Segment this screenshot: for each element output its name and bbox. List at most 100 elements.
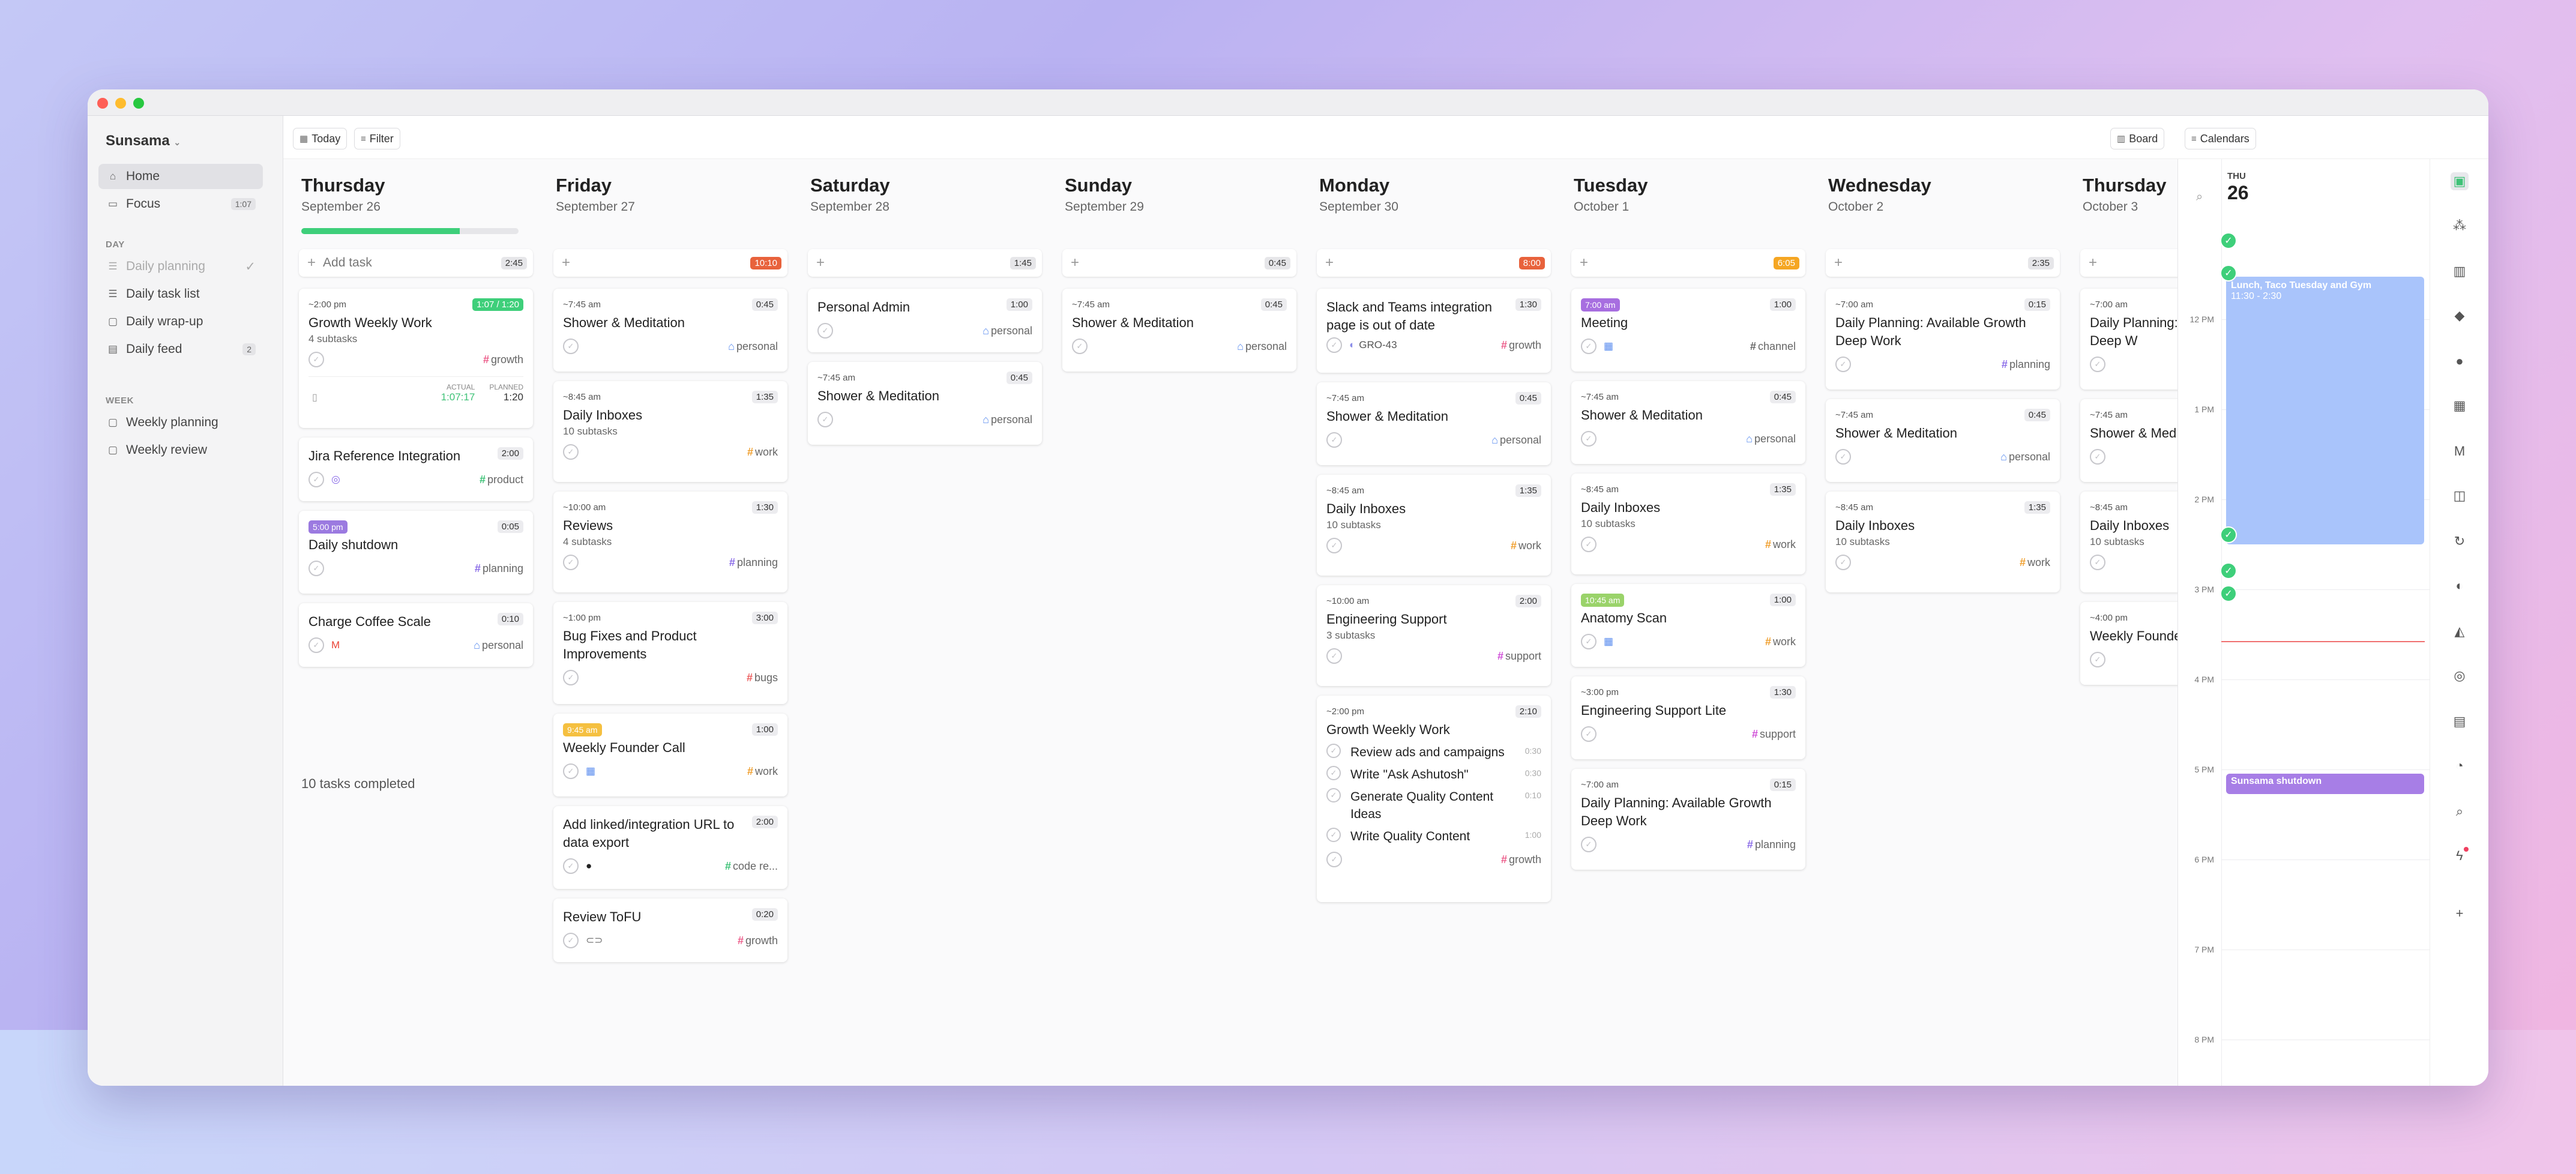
minimize-window-button[interactable] bbox=[115, 98, 126, 109]
task-channel[interactable]: # work bbox=[747, 446, 778, 459]
calendar-event[interactable]: Lunch, Taco Tuesday and Gym 11:30 - 2:30 bbox=[2226, 277, 2424, 544]
jira-icon[interactable]: ◆ bbox=[2451, 307, 2469, 325]
task-channel[interactable]: # growth bbox=[1501, 853, 1541, 866]
complete-checkbox[interactable]: ✓ bbox=[563, 555, 579, 570]
completed-tasks-link[interactable]: 10 tasks completed bbox=[301, 776, 415, 792]
complete-checkbox[interactable]: ✓ bbox=[817, 323, 833, 339]
subtask-checkbox[interactable]: ✓ bbox=[1326, 766, 1341, 780]
complete-checkbox[interactable]: ✓ bbox=[563, 763, 579, 779]
complete-checkbox[interactable]: ✓ bbox=[563, 858, 579, 874]
complete-checkbox[interactable]: ✓ bbox=[1326, 337, 1342, 353]
task-card[interactable]: ~7:45 am 0:45 Shower & Meditation ✓ ⌂ perso… bbox=[1317, 382, 1551, 465]
filter-button[interactable]: ≡ Filter bbox=[354, 128, 400, 149]
complete-checkbox[interactable]: ✓ bbox=[1326, 432, 1342, 448]
task-card[interactable]: ~3:00 pm 1:30 Engineering Support Lite ✓ #… bbox=[1571, 676, 1805, 759]
task-channel[interactable]: ⌂ personal bbox=[1491, 434, 1541, 447]
subtask-checkbox[interactable]: ✓ bbox=[1326, 788, 1341, 802]
issue-reference[interactable]: GRO-43 bbox=[1359, 339, 1397, 351]
task-channel[interactable]: ⌂ personal bbox=[474, 639, 523, 652]
add-task-button[interactable]: +8:00 bbox=[1317, 249, 1551, 277]
board-button[interactable]: ▥ Board bbox=[2110, 128, 2165, 149]
sidebar-item-weekly-planning[interactable]: ▢ Weekly planning bbox=[98, 410, 263, 435]
task-card[interactable]: ~7:45 am 0:45 Shower & Meditation ✓ ⌂ perso… bbox=[1062, 289, 1296, 372]
complete-checkbox[interactable]: ✓ bbox=[2090, 449, 2105, 465]
task-card[interactable]: 5:00 pm 0:05 Daily shutdown ✓ # planning bbox=[299, 511, 533, 594]
completed-task-marker[interactable]: ✓ bbox=[2220, 265, 2237, 281]
complete-checkbox[interactable]: ✓ bbox=[1581, 726, 1596, 742]
task-card[interactable]: ~7:00 am Daily Planning: Available Growt… bbox=[2080, 289, 2177, 390]
task-channel[interactable]: # growth bbox=[483, 354, 523, 366]
task-card[interactable]: ~2:00 pm 2:10 Growth Weekly Work ✓ Review … bbox=[1317, 696, 1551, 902]
task-card[interactable]: ~4:00 pm Weekly Founde ✓ bbox=[2080, 602, 2177, 685]
task-card[interactable]: Review ToFU 0:20 ✓ ⊂⊃ # growth bbox=[553, 899, 787, 962]
outlook-icon[interactable]: ◫ bbox=[2451, 487, 2469, 505]
task-channel[interactable]: # planning bbox=[475, 562, 523, 575]
complete-checkbox[interactable]: ✓ bbox=[1326, 648, 1342, 664]
calendar-event[interactable]: Sunsama shutdown bbox=[2226, 774, 2424, 794]
complete-checkbox[interactable]: ✓ bbox=[1835, 357, 1851, 372]
task-channel[interactable]: ⌂ personal bbox=[983, 414, 1032, 426]
task-channel[interactable]: # channel bbox=[1750, 340, 1796, 353]
complete-checkbox[interactable]: ✓ bbox=[1581, 634, 1596, 649]
task-card[interactable]: Personal Admin 1:00 ✓ ⌂ personal bbox=[808, 289, 1042, 352]
task-channel[interactable]: ⌂ personal bbox=[983, 325, 1032, 337]
task-channel[interactable]: # planning bbox=[729, 556, 778, 569]
complete-checkbox[interactable]: ✓ bbox=[1072, 339, 1088, 354]
task-channel[interactable]: ⌂ personal bbox=[1237, 340, 1287, 353]
complete-checkbox[interactable]: ✓ bbox=[308, 472, 324, 487]
task-card[interactable]: ~7:00 am 0:15 Daily Planning: Available G… bbox=[1826, 289, 2060, 390]
complete-checkbox[interactable]: ✓ bbox=[1581, 431, 1596, 447]
completed-task-marker[interactable]: ✓ bbox=[2220, 232, 2237, 249]
task-card[interactable]: ~7:45 am Shower & Med ✓ bbox=[2080, 399, 2177, 482]
sidebar-item-daily-task-list[interactable]: ☰ Daily task list bbox=[98, 281, 263, 307]
task-card[interactable]: ~7:45 am 0:45 Shower & Meditation ✓ ⌂ perso… bbox=[1826, 399, 2060, 482]
calendars-button[interactable]: ≡ Calendars bbox=[2185, 128, 2256, 149]
complete-checkbox[interactable]: ✓ bbox=[817, 412, 833, 427]
task-card[interactable]: ~10:00 am 1:30 Reviews 4 subtasks ✓ # plann… bbox=[553, 492, 787, 592]
complete-checkbox[interactable]: ✓ bbox=[2090, 357, 2105, 372]
task-card[interactable]: Jira Reference Integration 2:00 ✓ ◎ # produc… bbox=[299, 438, 533, 501]
task-card[interactable]: ~2:00 pm 1:07 / 1:20 Growth Weekly Work 4… bbox=[299, 289, 533, 428]
task-card[interactable]: ~8:45 am 1:35 Daily Inboxes 10 subtasks ✓… bbox=[1317, 475, 1551, 576]
sidebar-item-home[interactable]: ⌂ Home bbox=[98, 164, 263, 189]
workspace-menu[interactable]: Sunsama ⌄ bbox=[106, 133, 181, 149]
task-card[interactable]: ~7:45 am 0:45 Shower & Meditation ✓ ⌂ perso… bbox=[1571, 381, 1805, 464]
subtask-item[interactable]: ✓ Write Quality Content 1:00 bbox=[1326, 828, 1541, 845]
task-card[interactable]: ~7:00 am 0:15 Daily Planning: Available G… bbox=[1571, 769, 1805, 870]
complete-checkbox[interactable]: ✓ bbox=[1581, 537, 1596, 552]
completed-task-marker[interactable]: ✓ bbox=[2220, 562, 2237, 579]
complete-checkbox[interactable]: ✓ bbox=[1835, 449, 1851, 465]
lightning-icon[interactable]: ϟ bbox=[2451, 847, 2469, 865]
task-channel[interactable]: # planning bbox=[2002, 358, 2050, 371]
focus-timer-icon[interactable]: ◔ bbox=[2451, 757, 2469, 775]
task-channel[interactable]: # support bbox=[1752, 728, 1796, 741]
search-icon[interactable]: ⌕ bbox=[2451, 802, 2469, 820]
zoom-icon[interactable]: ⌕ bbox=[2196, 190, 2203, 204]
asana-icon[interactable]: ⁂ bbox=[2451, 217, 2469, 235]
task-card[interactable]: ~7:45 am 0:45 Shower & Meditation ✓ ⌂ perso… bbox=[808, 362, 1042, 445]
complete-checkbox[interactable]: ✓ bbox=[308, 352, 324, 367]
task-channel[interactable]: # growth bbox=[1501, 339, 1541, 352]
subtask-item[interactable]: ✓ Generate Quality Content Ideas 0:10 bbox=[1326, 788, 1541, 823]
target-icon[interactable]: ◎ bbox=[2451, 667, 2469, 685]
task-card[interactable]: 9:45 am 1:00 Weekly Founder Call ✓ ▦ # work bbox=[553, 714, 787, 796]
maximize-window-button[interactable] bbox=[133, 98, 144, 109]
complete-checkbox[interactable]: ✓ bbox=[1581, 339, 1596, 354]
archive-icon[interactable]: ▤ bbox=[2451, 712, 2469, 730]
task-card[interactable]: ~8:45 am 1:35 Daily Inboxes 10 subtasks ✓… bbox=[1571, 474, 1805, 574]
task-channel[interactable]: # work bbox=[747, 765, 778, 778]
calendar-icon[interactable]: ▣ bbox=[2451, 172, 2469, 190]
subtask-checkbox[interactable]: ✓ bbox=[1326, 744, 1341, 758]
task-channel[interactable]: # work bbox=[1765, 636, 1796, 648]
sidebar-item-daily-feed[interactable]: ▤ Daily feed 2 bbox=[98, 337, 263, 362]
close-window-button[interactable] bbox=[97, 98, 108, 109]
task-card[interactable]: ~8:45 am Daily Inboxes 10 subtasks ✓ bbox=[2080, 492, 2177, 592]
add-task-button[interactable]: +2:35 bbox=[1826, 249, 2060, 277]
task-channel[interactable]: # work bbox=[2020, 556, 2050, 569]
task-card[interactable]: ~8:45 am 1:35 Daily Inboxes 10 subtasks ✓… bbox=[1826, 492, 2060, 592]
task-card[interactable]: 10:45 am 1:00 Anatomy Scan ✓ ▦ # work bbox=[1571, 584, 1805, 667]
complete-checkbox[interactable]: ✓ bbox=[563, 444, 579, 460]
complete-checkbox[interactable]: ✓ bbox=[1326, 538, 1342, 553]
task-card[interactable]: ~7:45 am 0:45 Shower & Meditation ✓ ⌂ perso… bbox=[553, 289, 787, 372]
add-task-button[interactable]: +1:45 bbox=[808, 249, 1042, 277]
